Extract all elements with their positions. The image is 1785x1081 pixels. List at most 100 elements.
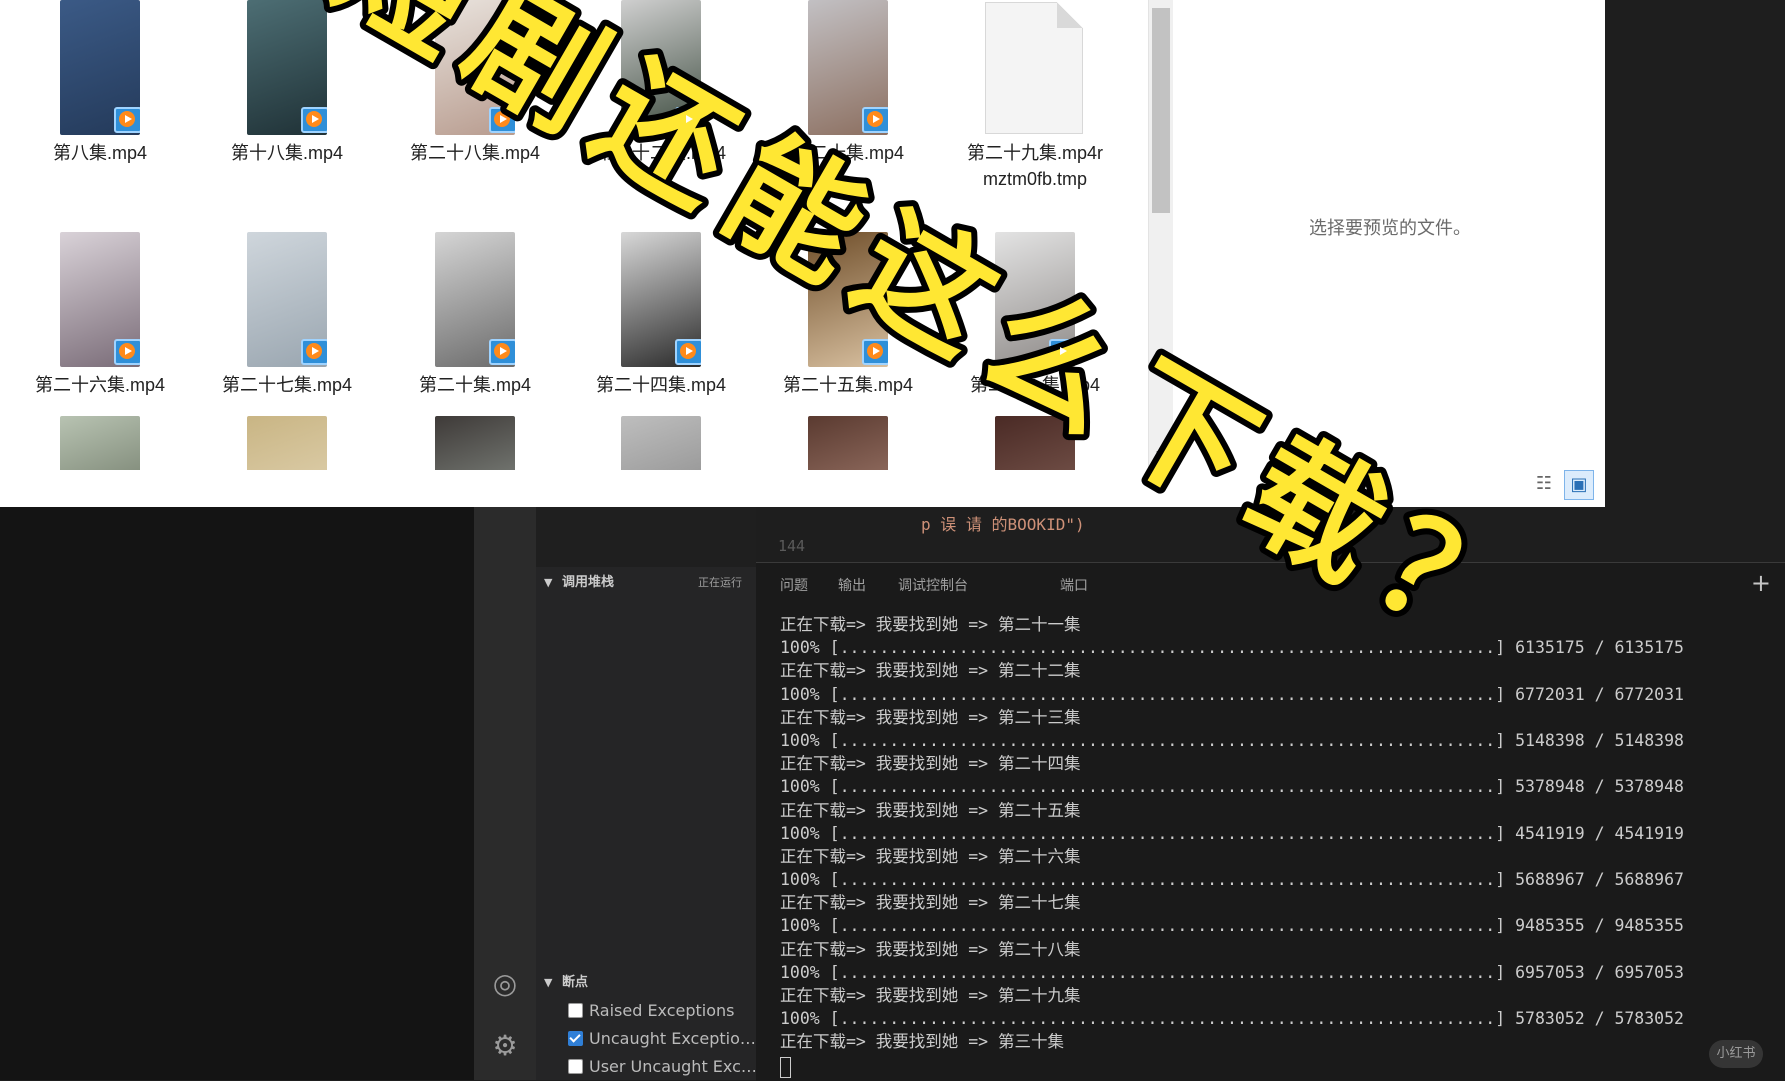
- file-name: 第二十六集.mp4: [34, 375, 166, 395]
- video-play-icon: [114, 339, 140, 365]
- file-name: 第二十集.mp4: [791, 143, 905, 163]
- chevron-down-icon: ▼: [544, 976, 553, 989]
- terminal-line: 100% [..................................…: [780, 823, 1684, 843]
- vertical-scrollbar[interactable]: ⌄: [1148, 0, 1173, 470]
- activity-bar: ◎ ⚙: [474, 507, 536, 1080]
- video-play-icon: [862, 339, 888, 365]
- video-thumbnail: [435, 0, 515, 135]
- large-icons-view-icon[interactable]: ▣: [1564, 470, 1594, 500]
- callstack-state: 正在运行: [698, 576, 742, 589]
- file-name: 第二十四集.mp4: [595, 375, 727, 395]
- file-name: 第二十七集.mp4: [221, 375, 353, 395]
- terminal-line: 正在下载=> 我要找到她 => 第二十七集: [780, 893, 1081, 913]
- terminal-line: 正在下载=> 我要找到她 => 第二十六集: [780, 846, 1081, 866]
- terminal-line: 正在下载=> 我要找到她 => 第二十九集: [780, 986, 1081, 1005]
- file-grid: 第八集.mp4 第十八集.mp4 第二十八集.mp4 第二十二集.mp4 第二十集.mp…: [0, 0, 1150, 470]
- gear-icon[interactable]: ⚙: [490, 1031, 520, 1061]
- video-thumbnail: [435, 416, 515, 470]
- scrollbar-thumb[interactable]: [1152, 8, 1170, 213]
- breakpoint-label: Uncaught Exceptions: [589, 1029, 758, 1048]
- checkbox[interactable]: [568, 1003, 583, 1018]
- tab-debug-console[interactable]: 调试控制台: [898, 575, 968, 595]
- terminal-line: 正在下载=> 我要找到她 => 第二十五集: [780, 800, 1081, 820]
- breakpoints-section-header[interactable]: ▼ 断点: [536, 969, 756, 997]
- terminal-output[interactable]: 正在下载=> 我要找到她 => 第二十一集 100% [.............…: [780, 613, 1780, 1078]
- terminal-line: 100% [..................................…: [780, 962, 1684, 982]
- breakpoint-raised-exceptions[interactable]: Raised Exceptions: [568, 999, 758, 1023]
- code-editor[interactable]: p 误 请 的BOOKID") 144: [756, 507, 1785, 562]
- video-play-icon: [862, 107, 888, 133]
- video-play-icon: [114, 107, 140, 133]
- video-thumbnail: [621, 416, 701, 470]
- watermark: 小红书: [1709, 1040, 1763, 1068]
- video-thumbnail: [808, 0, 888, 135]
- details-view-icon[interactable]: ☷: [1530, 470, 1558, 498]
- video-thumbnail: [808, 232, 888, 367]
- video-thumbnail: [247, 232, 327, 367]
- file-explorer-window: 第八集.mp4 第十八集.mp4 第二十八集.mp4 第二十二集.mp4 第二十集.mp…: [0, 0, 1605, 507]
- video-thumbnail: [621, 0, 701, 135]
- video-play-icon: [301, 339, 327, 365]
- terminal-line: 100% [..................................…: [780, 684, 1684, 704]
- bottom-panel: 问题 输出 调试控制台 端口 + 正在下载=> 我要找到她 => 第二十一集 10…: [756, 562, 1785, 1081]
- file-name: 第二十五集.mp4: [782, 375, 914, 395]
- terminal-line: 100% [..................................…: [780, 638, 1684, 658]
- terminal-line: 正在下载=> 我要找到她 => 第三十集: [780, 1032, 1065, 1052]
- tab-problems[interactable]: 问题: [780, 575, 808, 595]
- video-play-icon: [675, 107, 701, 133]
- video-thumbnail: [808, 416, 888, 470]
- terminal-line: 正在下载=> 我要找到她 => 第二十四集: [780, 754, 1081, 774]
- callstack-title: 调用堆栈: [562, 575, 615, 590]
- terminal-cursor: [780, 1056, 791, 1078]
- code-line: p 误 请 的BOOKID"): [921, 515, 1085, 534]
- video-play-icon: [1049, 339, 1075, 365]
- file-name: 第十八集.mp4: [230, 143, 344, 163]
- checkbox-checked[interactable]: [568, 1031, 583, 1046]
- video-thumbnail: [995, 232, 1075, 367]
- terminal-line: 正在下载=> 我要找到她 => 第二十三集: [780, 707, 1081, 727]
- video-play-icon: [301, 107, 327, 133]
- preview-placeholder-text: 选择要预览的文件。: [1309, 218, 1471, 238]
- file-name: 第二十一集.mp4: [969, 375, 1101, 395]
- checkbox[interactable]: [568, 1059, 583, 1074]
- terminal-line: 100% [..................................…: [780, 916, 1684, 936]
- file-name: 第二十八集.mp4: [409, 143, 541, 163]
- video-play-icon: [675, 339, 701, 365]
- video-thumbnail: [247, 0, 327, 135]
- breakpoint-label: User Uncaught Exceptions: [589, 1057, 758, 1076]
- line-number: 144: [778, 537, 806, 555]
- video-thumbnail: [60, 416, 140, 470]
- scroll-down-arrow-icon[interactable]: ⌄: [1153, 440, 1166, 459]
- video-thumbnail: [621, 232, 701, 367]
- video-thumbnail: [60, 0, 140, 135]
- terminal-line: 100% [..................................…: [780, 730, 1684, 750]
- plus-icon[interactable]: +: [1751, 569, 1771, 597]
- terminal-line: 100% [..................................…: [780, 777, 1684, 797]
- video-thumbnail: [995, 416, 1075, 470]
- breakpoint-uncaught-exceptions[interactable]: Uncaught Exceptions: [568, 1027, 758, 1051]
- video-thumbnail: [435, 232, 515, 367]
- account-icon[interactable]: ◎: [490, 969, 520, 999]
- file-name: 第二十二集.mp4: [595, 143, 727, 163]
- preview-pane: 选择要预览的文件。: [1175, 0, 1605, 470]
- variables-section: [536, 507, 756, 567]
- breakpoint-label: Raised Exceptions: [589, 1001, 735, 1020]
- debug-sidebar: ▼ 调用堆栈 正在运行 ▼ 断点 Raised Exceptions Uncau…: [536, 507, 758, 1080]
- terminal-line: 100% [..................................…: [780, 870, 1684, 890]
- file-name: 第二十九集.mp4rmztm0fb.tmp: [966, 143, 1103, 189]
- callstack-section-header[interactable]: ▼ 调用堆栈 正在运行: [536, 569, 756, 597]
- breakpoint-user-uncaught-exceptions[interactable]: User Uncaught Exceptions: [568, 1055, 758, 1079]
- terminal-line: 正在下载=> 我要找到她 => 第二十二集: [780, 661, 1081, 681]
- terminal-line: 100% [..................................…: [780, 1009, 1684, 1029]
- tab-output[interactable]: 输出: [838, 575, 866, 595]
- file-name: 第二十集.mp4: [418, 375, 532, 395]
- document-icon: [985, 2, 1083, 134]
- video-play-icon: [489, 107, 515, 133]
- file-name: 第八集.mp4: [52, 143, 148, 163]
- video-play-icon: [489, 339, 515, 365]
- terminal-line: 正在下载=> 我要找到她 => 第二十八集: [780, 939, 1081, 959]
- tab-ports[interactable]: 端口: [1060, 575, 1088, 595]
- background-area: [0, 507, 474, 1080]
- chevron-down-icon: ▼: [544, 576, 553, 589]
- vscode-window: ◎ ⚙ ▼ 调用堆栈 正在运行 ▼ 断点 Raised Exceptions U…: [0, 507, 1785, 1081]
